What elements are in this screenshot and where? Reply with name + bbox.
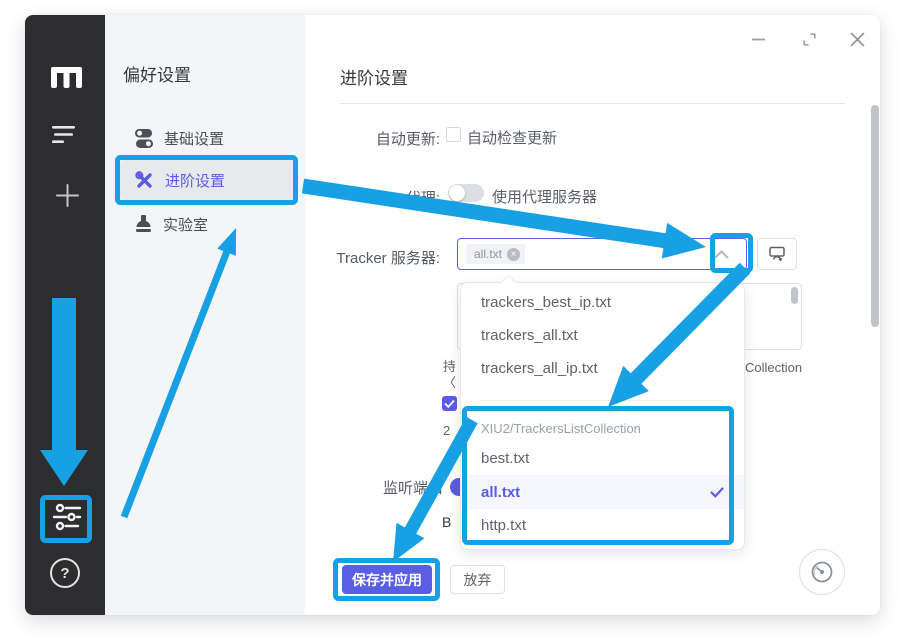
dropdown-option-selected[interactable]: all.txt	[461, 475, 744, 509]
option-label: trackers_all.txt	[481, 327, 578, 344]
sidebar-item-label: 基础设置	[164, 128, 224, 149]
title-divider	[340, 103, 845, 104]
maximize-icon	[802, 32, 817, 47]
speed-limit-button[interactable]	[799, 549, 845, 595]
description-fragment-2: 〈	[443, 372, 455, 391]
tools-icon	[135, 171, 154, 190]
option-label: trackers_best_ip.txt	[481, 294, 611, 311]
auto-update-label: 自动更新:	[376, 128, 440, 149]
dropdown-divider	[481, 400, 724, 401]
motrix-logo	[51, 67, 82, 88]
help-glyph: ?	[60, 565, 69, 582]
listen-port-label: 监听端口	[383, 477, 443, 498]
lab-stamp-icon	[135, 215, 152, 234]
tag-close-icon[interactable]: ×	[507, 248, 520, 261]
option-label: trackers_all_ip.txt	[481, 360, 598, 377]
dropdown-option[interactable]: trackers_all_ip.txt	[461, 352, 744, 385]
option-label: all.txt	[481, 484, 520, 501]
window-maximize-button[interactable]	[799, 29, 819, 49]
auto-update-checkbox-label: 自动检查更新	[467, 127, 557, 148]
sync-checkbox-fragment[interactable]	[442, 396, 457, 411]
textarea-scrollbar[interactable]	[791, 287, 798, 304]
help-icon[interactable]: ?	[50, 558, 80, 588]
preferences-title: 偏好设置	[123, 61, 191, 86]
preferences-sidebar: 偏好设置 基础设置 进阶设置	[105, 15, 305, 615]
dropdown-option[interactable]: trackers_all.txt	[461, 319, 744, 352]
window-close-button[interactable]	[847, 29, 867, 49]
save-and-apply-button[interactable]: 保存并应用	[342, 565, 432, 594]
tracker-select-input[interactable]: all.txt ×	[457, 238, 747, 270]
tracker-label: Tracker 服务器:	[336, 247, 440, 268]
screenshot-canvas: ? 偏好设置 基础设置	[0, 0, 906, 643]
toggles-icon	[135, 129, 153, 148]
app-window: ? 偏好设置 基础设置	[25, 15, 880, 615]
close-icon	[850, 32, 865, 47]
tracker-tag-label: all.txt	[474, 247, 502, 261]
sync-trackers-icon	[768, 246, 786, 262]
proxy-label: 代理:	[406, 187, 440, 208]
tracker-dropdown: trackers_best_ip.txt trackers_all.txt tr…	[460, 282, 745, 550]
check-icon	[442, 396, 457, 411]
option-label: http.txt	[481, 517, 526, 534]
sidebar-item-label: 进阶设置	[165, 170, 225, 191]
minimize-icon	[752, 38, 765, 41]
sidebar-item-label: 实验室	[163, 214, 208, 235]
selected-check-icon	[710, 487, 724, 498]
tracker-tag: all.txt ×	[466, 244, 525, 264]
sidebar-item-lab[interactable]: 实验室	[120, 204, 294, 244]
dropdown-group-label: XIU2/TrackersListCollection	[461, 414, 744, 442]
proxy-toggle[interactable]	[448, 184, 484, 202]
task-list-icon[interactable]	[52, 126, 77, 145]
proxy-toggle-label: 使用代理服务器	[492, 186, 597, 207]
sidebar-item-basic-settings[interactable]: 基础设置	[120, 118, 294, 158]
app-sidebar: ?	[25, 15, 105, 615]
description-tail-text: Collection	[745, 360, 802, 375]
sync-trackers-button[interactable]	[757, 238, 797, 270]
preferences-sliders-icon[interactable]	[52, 502, 82, 532]
auto-update-checkbox[interactable]	[446, 127, 461, 142]
discard-button[interactable]: 放弃	[450, 565, 505, 594]
window-minimize-button[interactable]	[748, 29, 768, 49]
sidebar-item-advanced-settings[interactable]: 进阶设置	[120, 160, 294, 200]
interval-fragment: 2	[443, 423, 450, 438]
option-label: best.txt	[481, 450, 529, 467]
main-scrollbar[interactable]	[871, 105, 879, 327]
speedometer-icon	[809, 559, 835, 585]
chevron-up-icon[interactable]	[714, 250, 729, 259]
dropdown-option[interactable]: http.txt	[461, 509, 744, 542]
page-title: 进阶设置	[340, 64, 408, 89]
dropdown-option[interactable]: best.txt	[461, 442, 744, 475]
letter-fragment: B	[442, 514, 451, 530]
dropdown-option[interactable]: trackers_best_ip.txt	[461, 286, 744, 319]
add-task-icon[interactable]	[56, 184, 79, 207]
toggle-knob	[449, 185, 465, 201]
